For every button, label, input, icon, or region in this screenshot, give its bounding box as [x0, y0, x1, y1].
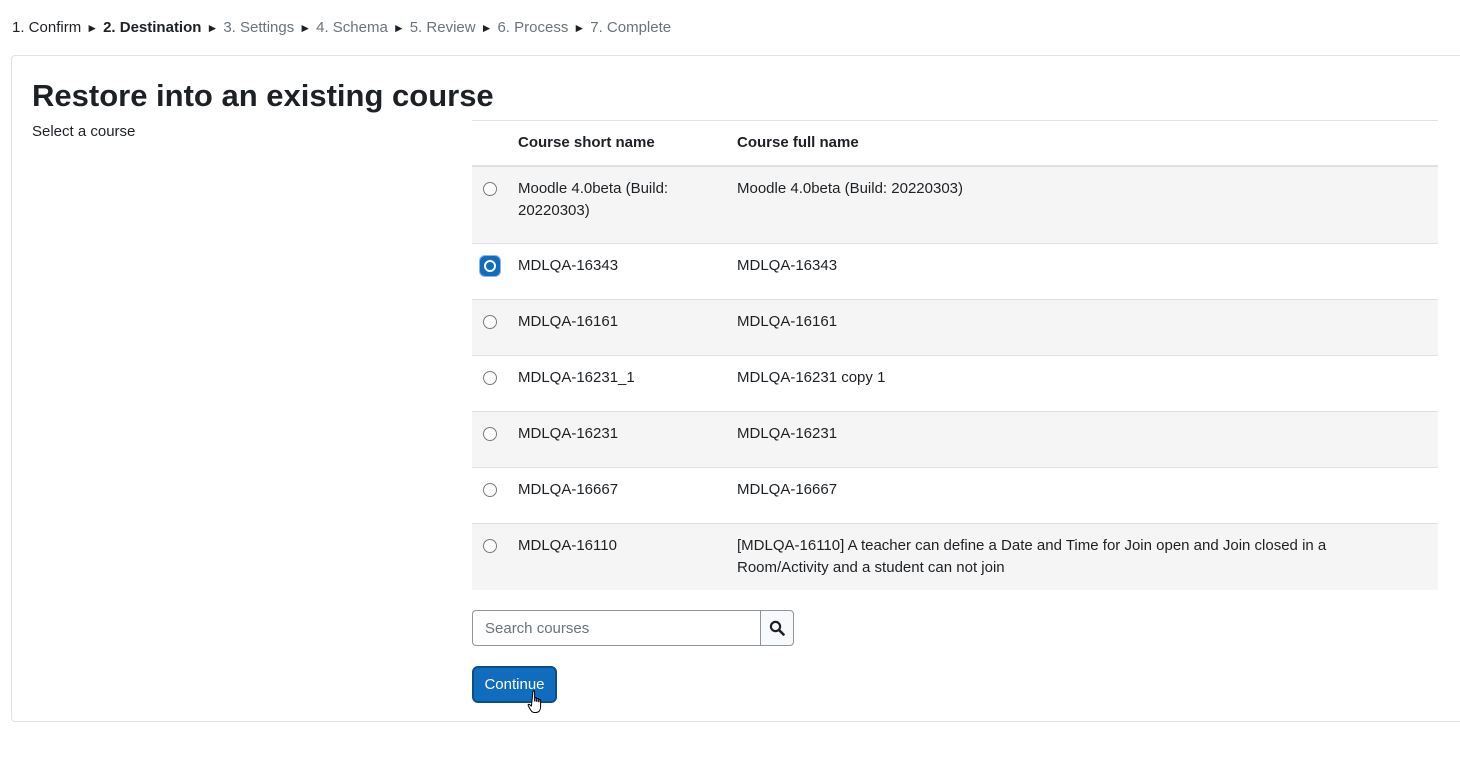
hand-cursor-icon	[527, 690, 542, 713]
row-short-name: MDLQA-16231	[508, 411, 727, 468]
select-course-label: Select a course	[32, 123, 136, 140]
row-full-name: MDLQA-16161	[727, 299, 1438, 356]
row-full-name: Moodle 4.0beta (Build: 20220303)	[727, 165, 1438, 244]
row-select-cell	[472, 165, 508, 244]
header-full-name: Course full name	[727, 120, 1438, 167]
row-full-name: MDLQA-16231 copy 1	[727, 355, 1438, 412]
course-radio[interactable]	[483, 181, 497, 196]
step-schema: 4. Schema	[316, 19, 388, 36]
row-select-cell	[472, 355, 508, 412]
step-separator: ►	[206, 21, 219, 35]
table-row[interactable]: MDLQA-16231 MDLQA-16231	[472, 411, 1438, 468]
step-confirm: 1. Confirm	[12, 19, 82, 36]
course-table: Course short name Course full name Moodl…	[472, 120, 1438, 590]
row-short-name: MDLQA-16667	[508, 467, 727, 524]
row-short-name: MDLQA-16161	[508, 299, 727, 356]
course-radio[interactable]	[483, 371, 497, 385]
course-radio-selected[interactable]	[480, 256, 500, 276]
restore-stepper: 1. Confirm ► 2. Destination ► 3. Settings ► 4.…	[12, 18, 671, 38]
row-select-cell	[472, 243, 508, 300]
row-full-name: [MDLQA-16110] A teacher can define a Dat…	[727, 523, 1438, 590]
course-search-group	[472, 610, 794, 646]
step-separator: ►	[86, 21, 99, 35]
course-radio[interactable]	[483, 483, 497, 497]
table-row[interactable]: Moodle 4.0beta (Build: 20220303) Moodle …	[472, 165, 1438, 244]
table-row[interactable]: MDLQA-16161 MDLQA-16161	[472, 299, 1438, 356]
step-separator: ►	[392, 21, 405, 35]
step-settings: 3. Settings	[223, 19, 295, 36]
course-radio[interactable]	[483, 427, 497, 441]
row-select-cell	[472, 523, 508, 590]
row-full-name: MDLQA-16343	[727, 243, 1438, 300]
step-separator: ►	[299, 21, 312, 35]
header-select	[472, 120, 508, 167]
search-button[interactable]	[760, 610, 794, 646]
table-row[interactable]: MDLQA-16343 MDLQA-16343	[472, 243, 1438, 300]
step-separator: ►	[480, 21, 493, 35]
row-select-cell	[472, 411, 508, 468]
row-short-name: MDLQA-16110	[508, 523, 727, 590]
header-short-name: Course short name	[508, 120, 727, 167]
table-header-row: Course short name Course full name	[472, 120, 1438, 167]
step-review: 5. Review	[409, 19, 476, 36]
step-complete: 7. Complete	[590, 19, 672, 36]
table-row[interactable]: MDLQA-16110 [MDLQA-16110] A teacher can …	[472, 523, 1438, 590]
course-radio[interactable]	[483, 539, 497, 553]
step-process: 6. Process	[497, 19, 569, 36]
row-short-name: MDLQA-16231_1	[508, 355, 727, 412]
row-select-cell	[472, 299, 508, 356]
step-destination: 2. Destination	[103, 19, 202, 36]
step-separator: ►	[573, 21, 586, 35]
page-title: Restore into an existing course	[32, 78, 494, 113]
row-select-cell	[472, 467, 508, 524]
row-full-name: MDLQA-16231	[727, 411, 1438, 468]
row-short-name: MDLQA-16343	[508, 243, 727, 300]
search-courses-input[interactable]	[472, 610, 761, 646]
table-row[interactable]: MDLQA-16667 MDLQA-16667	[472, 467, 1438, 524]
course-radio[interactable]	[483, 315, 497, 329]
row-full-name: MDLQA-16667	[727, 467, 1438, 524]
table-row[interactable]: MDLQA-16231_1 MDLQA-16231 copy 1	[472, 355, 1438, 412]
row-short-name: Moodle 4.0beta (Build: 20220303)	[508, 165, 727, 244]
search-icon	[769, 620, 785, 636]
